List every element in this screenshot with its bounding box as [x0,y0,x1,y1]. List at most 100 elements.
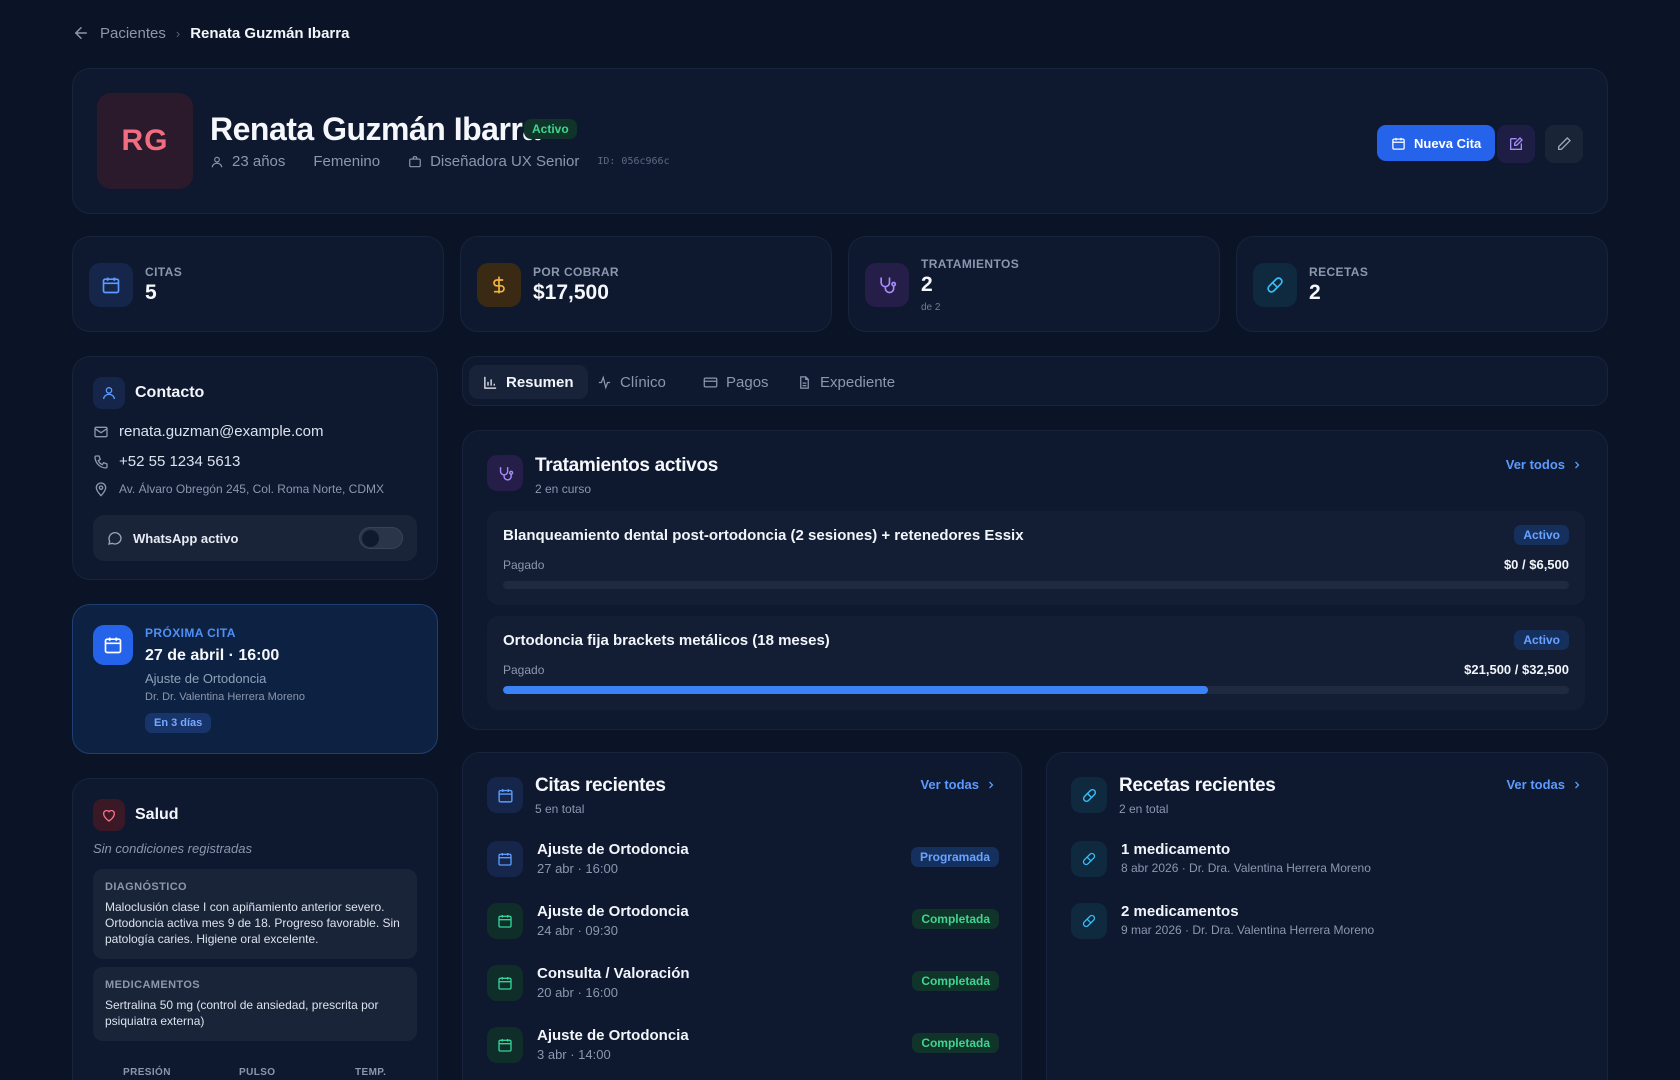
vitals-header: PRESIÓN PULSO TEMP. [123,1067,471,1078]
calendar-icon [487,903,523,939]
calendar-icon [487,841,523,877]
status-badge: Activo [524,119,577,139]
chevron-right-icon: › [175,25,181,41]
stat-treatments: TRATAMIENTOS 2 de 2 [848,236,1220,332]
tab-expediente[interactable]: Expediente [783,365,909,399]
contact-phone[interactable]: +52 55 1234 5613 [93,453,240,470]
treatment-amount: $21,500 / $32,500 [1464,662,1569,677]
stat-value: 2 [921,273,933,296]
appointment-status: Completada [912,909,999,929]
diagnosis-text: Maloclusión clase I con apiñamiento ante… [105,900,400,946]
medications-text: Sertralina 50 mg (control de ansiedad, p… [105,998,379,1028]
tab-clinico[interactable]: Clínico [583,365,680,399]
appointment-title: Ajuste de Ortodoncia [537,903,689,920]
appointment-date: 27 abr · 16:00 [537,861,618,876]
appointment-item[interactable]: Ajuste de Ortodoncia 27 abr · 16:00 Prog… [487,835,999,883]
briefcase-icon [408,155,422,169]
treatment-paid-label: Pagado [503,663,545,677]
tab-resumen[interactable]: Resumen [469,365,588,399]
treatment-name: Blanqueamiento dental post-ortodoncia (2… [503,527,1024,544]
arrow-left-icon[interactable] [72,24,90,42]
contact-email-text: renata.guzman@example.com [119,423,324,440]
pill-icon [1071,777,1107,813]
treatment-amount: $0 / $6,500 [1503,557,1569,572]
treatment-item[interactable]: Ortodoncia fija brackets metálicos (18 m… [487,616,1585,710]
see-all-label: Ver todas [1506,777,1565,792]
vital-pressure: PRESIÓN [123,1067,171,1078]
appointment-status: Completada [912,1033,999,1053]
appointment-status: Completada [912,971,999,991]
contact-phone-text: +52 55 1234 5613 [119,453,241,470]
treatment-name: Ortodoncia fija brackets metálicos (18 m… [503,632,830,649]
breadcrumb-current: Renata Guzmán Ibarra [190,24,350,42]
edit-note-icon [1508,136,1524,152]
stat-label: CITAS [145,265,183,279]
calendar-icon [89,263,133,307]
next-appointment-doctor: Dr. Dr. Valentina Herrera Moreno [145,691,305,703]
prescription-item[interactable]: 2 medicamentos 9 mar 2026 · Dr. Dra. Val… [1071,897,1585,945]
contact-title: Contacto [93,377,204,409]
pill-icon [1071,903,1107,939]
prescriptions-see-all-link[interactable]: Ver todas [1506,777,1583,792]
whatsapp-label: WhatsApp activo [133,530,239,546]
contact-address: Av. Álvaro Obregón 245, Col. Roma Norte,… [93,481,384,497]
appointment-item[interactable]: Ajuste de Ortodoncia 3 abr · 14:00 Compl… [487,1021,999,1069]
stat-label: RECETAS [1309,265,1369,279]
treatment-progress-fill [503,686,1209,694]
phone-icon [93,454,109,470]
prescription-meta: 9 mar 2026 · Dr. Dra. Valentina Herrera … [1121,923,1375,937]
breadcrumb-patients-link[interactable]: Pacientes [100,25,166,42]
vital-pulse: PULSO [239,1067,276,1078]
appointment-title: Ajuste de Ortodoncia [537,1027,689,1044]
stat-value: $17,500 [533,281,609,304]
calendar-icon [487,777,523,813]
vital-temp: TEMP. [355,1067,387,1078]
treatments-see-all-link[interactable]: Ver todos [1506,457,1583,472]
activity-icon [597,374,612,390]
stethoscope-icon [487,455,523,491]
see-all-label: Ver todas [920,777,979,792]
calendar-icon [1391,136,1406,151]
patient-meta: 23 años Femenino Diseñadora UX Senior ID… [210,153,670,170]
tab-pagos[interactable]: Pagos [689,365,783,399]
appointment-item[interactable]: Consulta / Valoración 20 abr · 16:00 Com… [487,959,999,1007]
diagnosis-label: DIAGNÓSTICO [105,881,188,893]
treatments-subtitle: 2 en curso [535,482,592,496]
appointments-see-all-link[interactable]: Ver todas [920,777,997,792]
whatsapp-row: WhatsApp activo [93,515,417,561]
next-appointment-type: Ajuste de Ortodoncia [145,671,267,686]
bar-chart-icon [483,375,498,390]
map-pin-icon [93,481,109,497]
treatments-card: Tratamientos activos 2 en curso Ver todo… [462,430,1608,730]
new-appointment-button[interactable]: Nueva Cita [1377,125,1496,161]
appointment-item[interactable]: Ajuste de Ortodoncia 24 abr · 09:30 Comp… [487,897,999,945]
patient-name: Renata Guzmán Ibarra [210,111,540,147]
contact-title-text: Contacto [135,384,205,401]
treatment-status: Activo [1514,525,1569,545]
tab-label: Expediente [820,373,896,391]
next-appointment-card[interactable]: PRÓXIMA CITA 27 de abril · 16:00 Ajuste … [72,604,438,754]
dollar-icon [477,263,521,307]
contact-card: Contacto renata.guzman@example.com +52 5… [72,356,438,580]
edit-button[interactable] [1545,125,1583,163]
prescription-item[interactable]: 1 medicamento 8 abr 2026 · Dr. Dra. Vale… [1071,835,1585,883]
edit-note-button[interactable] [1497,125,1535,163]
heart-icon [93,799,125,831]
treatment-item[interactable]: Blanqueamiento dental post-ortodoncia (2… [487,511,1585,605]
credit-card-icon [703,375,718,390]
contact-email[interactable]: renata.guzman@example.com [93,423,324,440]
treatments-title: Tratamientos activos [535,455,719,476]
stat-value: 5 [145,281,157,304]
treatment-paid-label: Pagado [503,558,545,572]
stat-receivable: POR COBRAR $17,500 [460,236,832,332]
medications-label: MEDICAMENTOS [105,979,201,991]
patient-gender: Femenino [313,153,381,170]
tab-label: Pagos [726,373,769,391]
whatsapp-toggle[interactable] [359,527,403,549]
health-conditions: Sin condiciones registradas [93,841,252,856]
see-all-label: Ver todos [1505,457,1565,472]
chevron-right-icon [1571,779,1583,791]
pill-icon [1071,841,1107,877]
prescriptions-subtitle: 2 en total [1119,802,1169,816]
appointment-title: Ajuste de Ortodoncia [537,841,689,858]
